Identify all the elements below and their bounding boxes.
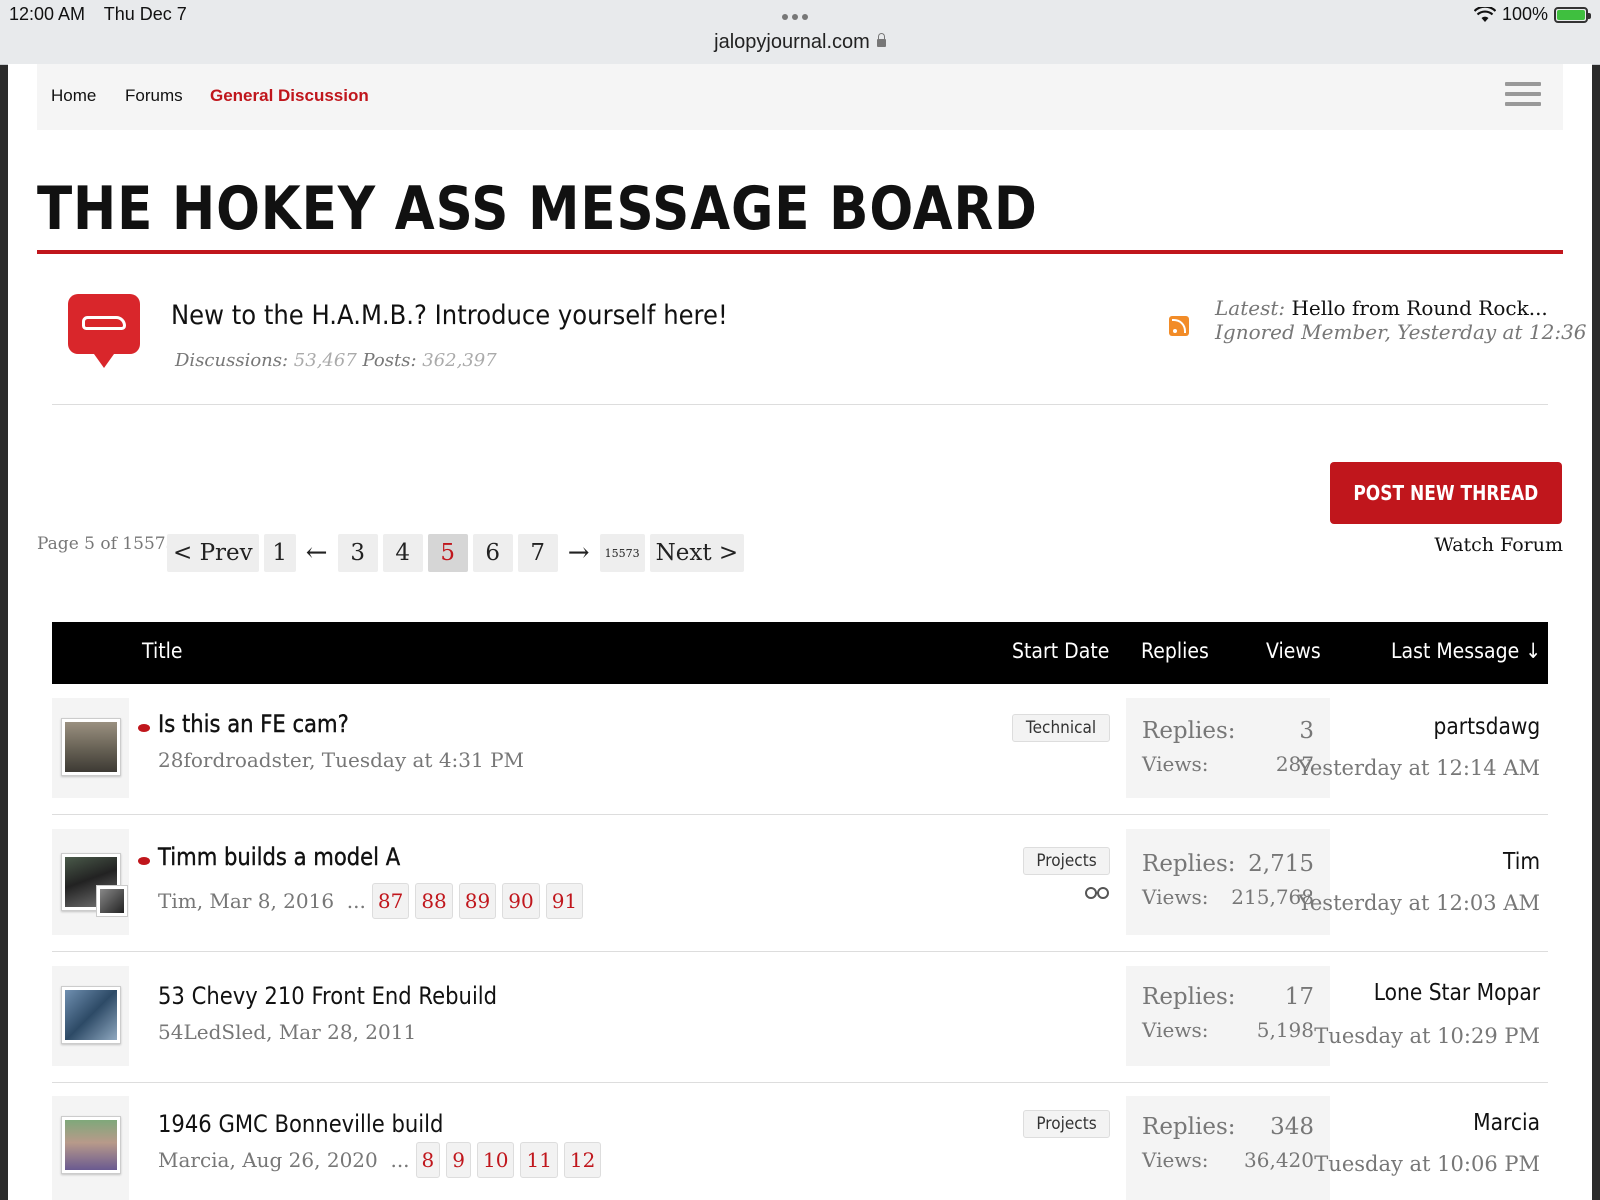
thread-page-link[interactable]: 90: [502, 883, 540, 919]
status-bar: 12:00 AM Thu Dec 7 jalopyjournal.com 100…: [0, 0, 1600, 65]
prev-page-link[interactable]: < Prev: [167, 534, 259, 572]
thread-title-link[interactable]: Is this an FE cam?: [158, 710, 349, 738]
menu-icon[interactable]: [1505, 82, 1541, 108]
column-last-message[interactable]: Last Message ↓: [1391, 639, 1541, 663]
avatar[interactable]: [61, 1116, 121, 1174]
thread-page-link[interactable]: 87: [371, 883, 410, 919]
thread-page-link[interactable]: 11: [520, 1142, 558, 1178]
page-indicator: Page 5 of 15573: [37, 534, 177, 554]
page-link-first[interactable]: 1: [263, 534, 296, 572]
battery-icon: [1554, 6, 1591, 23]
wifi-icon: [1473, 6, 1496, 22]
thread-meta: Marcia, Aug 26, 2020 ... 8 9 10 11 12: [158, 1142, 602, 1178]
table-row: Is this an FE cam? 28fordroadster, Tuesd…: [52, 684, 1548, 815]
thread-page-link[interactable]: 8: [415, 1142, 441, 1178]
thread-page-link[interactable]: 12: [563, 1142, 602, 1178]
thread-meta: Tim, Mar 8, 2016 ... 87 88 89 90 91: [158, 883, 584, 919]
page-link[interactable]: 7: [517, 534, 558, 572]
multitasking-dots-icon[interactable]: [782, 14, 808, 20]
glasses-icon: [1085, 887, 1109, 899]
latest-post-link[interactable]: Hello from Round Rock...: [1291, 296, 1547, 320]
replies-count: 3: [1299, 718, 1314, 744]
column-start-date[interactable]: Start Date: [1012, 639, 1109, 663]
views-count: 5,198: [1256, 1018, 1314, 1042]
thread-title-link[interactable]: 53 Chevy 210 Front End Rebuild: [158, 982, 497, 1010]
thread-page-link[interactable]: 88: [415, 883, 453, 919]
featured-forum-stats: Discussions: 53,467 Posts: 362,397: [175, 350, 497, 371]
thread-meta: 54LedSled, Mar 28, 2011: [158, 1020, 417, 1044]
column-replies[interactable]: Replies: [1141, 639, 1209, 663]
url-text: jalopyjournal.com: [714, 31, 870, 53]
thread-prefix-badge[interactable]: Technical: [1011, 714, 1110, 742]
avatar[interactable]: [61, 718, 121, 776]
column-views[interactable]: Views: [1266, 639, 1321, 663]
last-poster-link[interactable]: partsdawg: [1433, 714, 1540, 740]
thread-page-link[interactable]: 89: [458, 883, 497, 919]
page-link[interactable]: 4: [382, 534, 423, 572]
thread-list-header: Title Start Date Replies Views Last Mess…: [52, 622, 1548, 684]
views-count: 36,420: [1244, 1148, 1314, 1172]
page-link-last[interactable]: 15573: [599, 534, 645, 572]
secondary-avatar[interactable]: [96, 885, 128, 917]
thread-title-link[interactable]: 1946 GMC Bonneville build: [158, 1110, 443, 1138]
right-arrow-icon[interactable]: →: [563, 534, 595, 572]
replies-count: 348: [1270, 1114, 1314, 1140]
title-divider: [37, 250, 1563, 254]
page-link[interactable]: 3: [337, 534, 378, 572]
nav-general-discussion[interactable]: General Discussion: [210, 86, 369, 106]
unread-indicator-icon: [138, 857, 150, 865]
featured-forum: New to the H.A.M.B.? Introduce yourself …: [52, 284, 1587, 405]
thread-prefix-badge[interactable]: Projects: [1022, 847, 1110, 875]
page-link[interactable]: 6: [472, 534, 513, 572]
last-poster-link[interactable]: Tim: [1503, 849, 1540, 875]
last-poster-link[interactable]: Lone Star Mopar: [1374, 980, 1540, 1006]
thread-prefix-badge[interactable]: Projects: [1022, 1110, 1110, 1138]
thread-page-link[interactable]: 9: [446, 1142, 472, 1178]
thread-page-link[interactable]: 10: [477, 1142, 515, 1178]
battery-percent: 100%: [1501, 4, 1548, 24]
thread-stats: Replies: 3 Views: 287: [1126, 698, 1330, 798]
thread-stats: Replies: 348 Views: 36,420: [1126, 1096, 1330, 1200]
nav-forums[interactable]: Forums: [125, 86, 183, 106]
lock-icon: [876, 33, 886, 47]
featured-forum-link[interactable]: New to the H.A.M.B.? Introduce yourself …: [171, 300, 728, 331]
unread-indicator-icon: [138, 724, 150, 732]
thread-meta: 28fordroadster, Tuesday at 4:31 PM: [158, 748, 525, 772]
post-new-thread-button[interactable]: POST NEW THREAD: [1330, 462, 1562, 524]
latest-post: Latest: Hello from Round Rock... Ignored…: [1215, 296, 1587, 344]
table-row: 1946 GMC Bonneville build Marcia, Aug 26…: [52, 1082, 1548, 1200]
thread-stats: Replies: 17 Views: 5,198: [1126, 966, 1330, 1066]
last-poster-link[interactable]: Marcia: [1473, 1110, 1540, 1136]
replies-count: 17: [1284, 984, 1314, 1010]
last-message-date[interactable]: Yesterday at 12:14 AM: [1298, 756, 1540, 780]
thread-title-link[interactable]: Timm builds a model A: [158, 843, 401, 871]
table-row: 53 Chevy 210 Front End Rebuild 54LedSled…: [52, 952, 1548, 1083]
last-message-date[interactable]: Tuesday at 10:06 PM: [1314, 1152, 1540, 1176]
rss-icon[interactable]: [1169, 316, 1189, 336]
left-arrow-icon[interactable]: ←: [301, 534, 333, 572]
latest-post-meta: Ignored Member, Yesterday at 12:36: [1215, 320, 1587, 344]
watch-forum-link[interactable]: Watch Forum: [1434, 534, 1563, 556]
next-page-link[interactable]: Next >: [649, 534, 745, 572]
last-message-date[interactable]: Tuesday at 10:29 PM: [1314, 1024, 1540, 1048]
forum-page: Home Forums General Discussion THE HOKEY…: [8, 64, 1592, 1200]
thread-stats: Replies: 2,715 Views: 215,768: [1126, 829, 1330, 935]
url-bar[interactable]: jalopyjournal.com: [0, 31, 1600, 54]
clock: 12:00 AM: [9, 4, 86, 24]
nav-home[interactable]: Home: [51, 86, 96, 106]
table-row: Timm builds a model A Tim, Mar 8, 2016 .…: [52, 815, 1548, 952]
avatar[interactable]: [61, 986, 121, 1044]
date: Thu Dec 7: [103, 4, 187, 24]
thread-page-link[interactable]: 91: [545, 883, 584, 919]
top-navigation: Home Forums General Discussion: [37, 64, 1563, 130]
column-title[interactable]: Title: [142, 639, 183, 663]
pagination: < Prev 1 ← 3 4 5 6 7 → 15573 Next >: [167, 534, 745, 572]
forum-bubble-icon: [68, 294, 140, 368]
replies-count: 2,715: [1248, 851, 1314, 877]
page-link-current[interactable]: 5: [427, 534, 468, 572]
page-title: THE HOKEY ASS MESSAGE BOARD: [37, 174, 1038, 244]
last-message-date[interactable]: Yesterday at 12:03 AM: [1298, 891, 1540, 915]
